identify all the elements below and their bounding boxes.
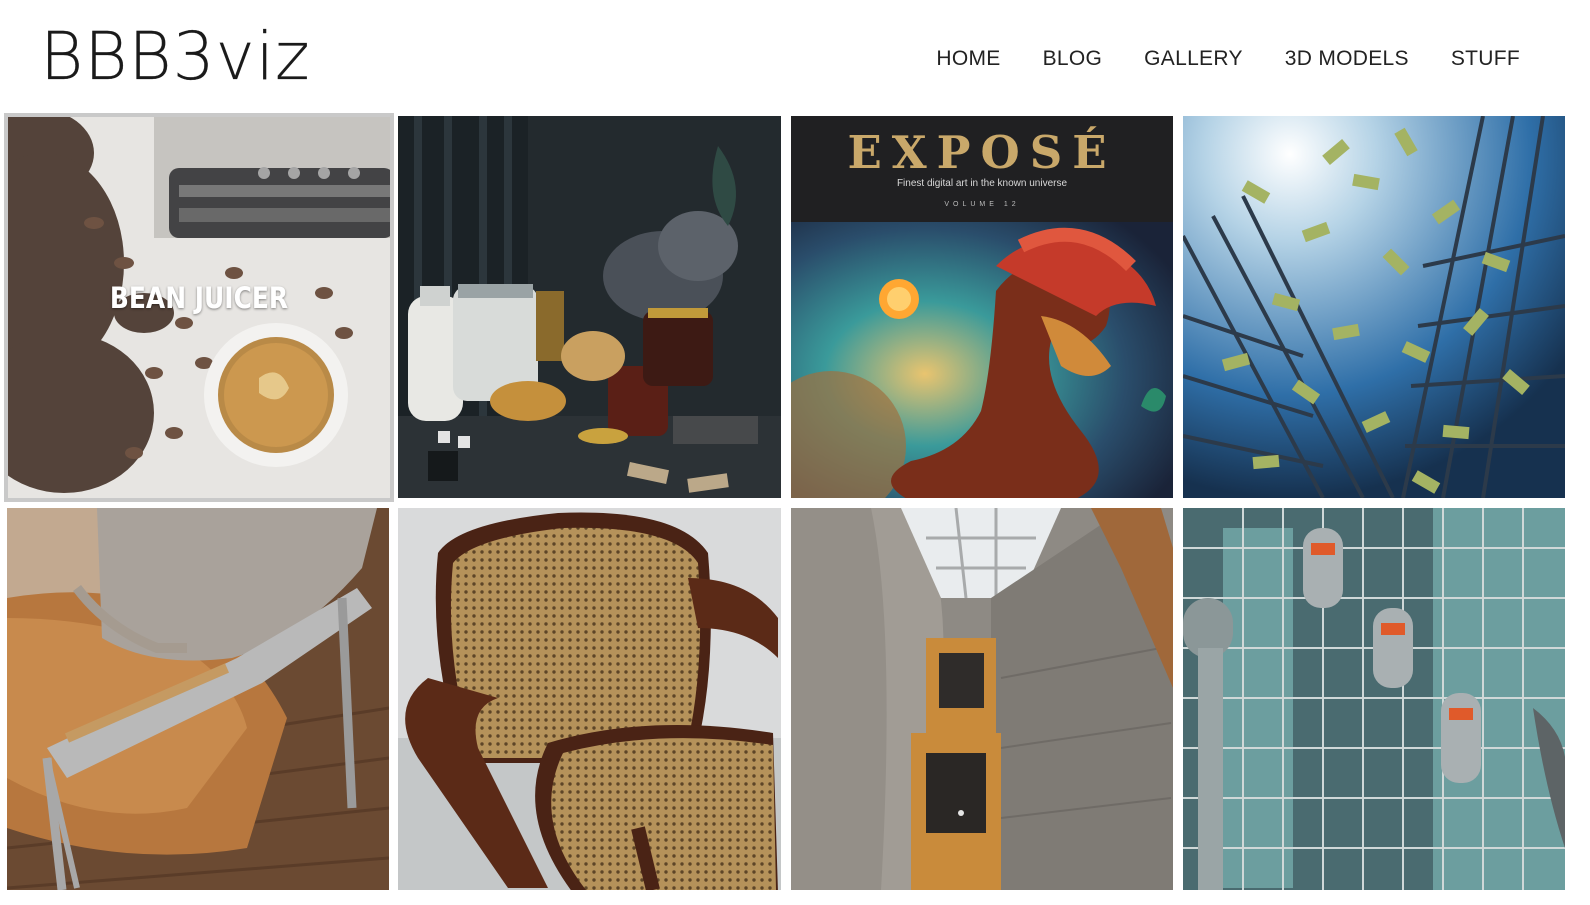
gallery-tile-concrete-atrium[interactable] xyxy=(791,508,1173,890)
gallery-tile-glass-elevators[interactable] xyxy=(1183,508,1565,890)
main-nav: HOME BLOG GALLERY 3D MODELS STUFF xyxy=(894,47,1520,71)
nav-3d-models[interactable]: 3D MODELS xyxy=(1285,47,1409,71)
cane-chair-image xyxy=(398,508,781,890)
nav-gallery[interactable]: GALLERY xyxy=(1144,47,1243,71)
nav-stuff[interactable]: STUFF xyxy=(1451,47,1520,71)
gallery-tile-cane-chair[interactable] xyxy=(398,508,781,890)
cover-volume: VOLUME 12 xyxy=(944,201,1020,208)
cover-subtitle: Finest digital art in the known universe xyxy=(896,178,1068,189)
gallery-tile-still-life[interactable] xyxy=(398,116,781,498)
still-life-image xyxy=(398,116,781,498)
site-header: BBB3viz HOME BLOG GALLERY 3D MODELS STUF… xyxy=(0,0,1590,116)
gallery-tile-expose[interactable]: EXPOSÉ Finest digital art in the known u… xyxy=(791,116,1173,498)
gallery-tile-bean-juicer[interactable]: BEAN JUICER xyxy=(4,113,394,502)
gallery-tile-money-rain[interactable] xyxy=(1183,116,1565,498)
site-logo[interactable]: BBB3viz xyxy=(40,23,311,90)
leather-chair-image xyxy=(7,508,389,890)
tile-title: BEAN JUICER xyxy=(109,281,289,315)
gallery-grid: BEAN JUICER EXPOSÉ Finest digital art in… xyxy=(0,0,1590,905)
money-rain-image xyxy=(1183,116,1565,498)
cover-title: EXPOSÉ xyxy=(847,126,1117,179)
nav-home[interactable]: HOME xyxy=(936,47,1000,71)
glass-elevators-image xyxy=(1183,508,1565,890)
nav-blog[interactable]: BLOG xyxy=(1043,47,1103,71)
concrete-atrium-image xyxy=(791,508,1173,890)
gallery-tile-leather-chair[interactable] xyxy=(7,508,389,890)
